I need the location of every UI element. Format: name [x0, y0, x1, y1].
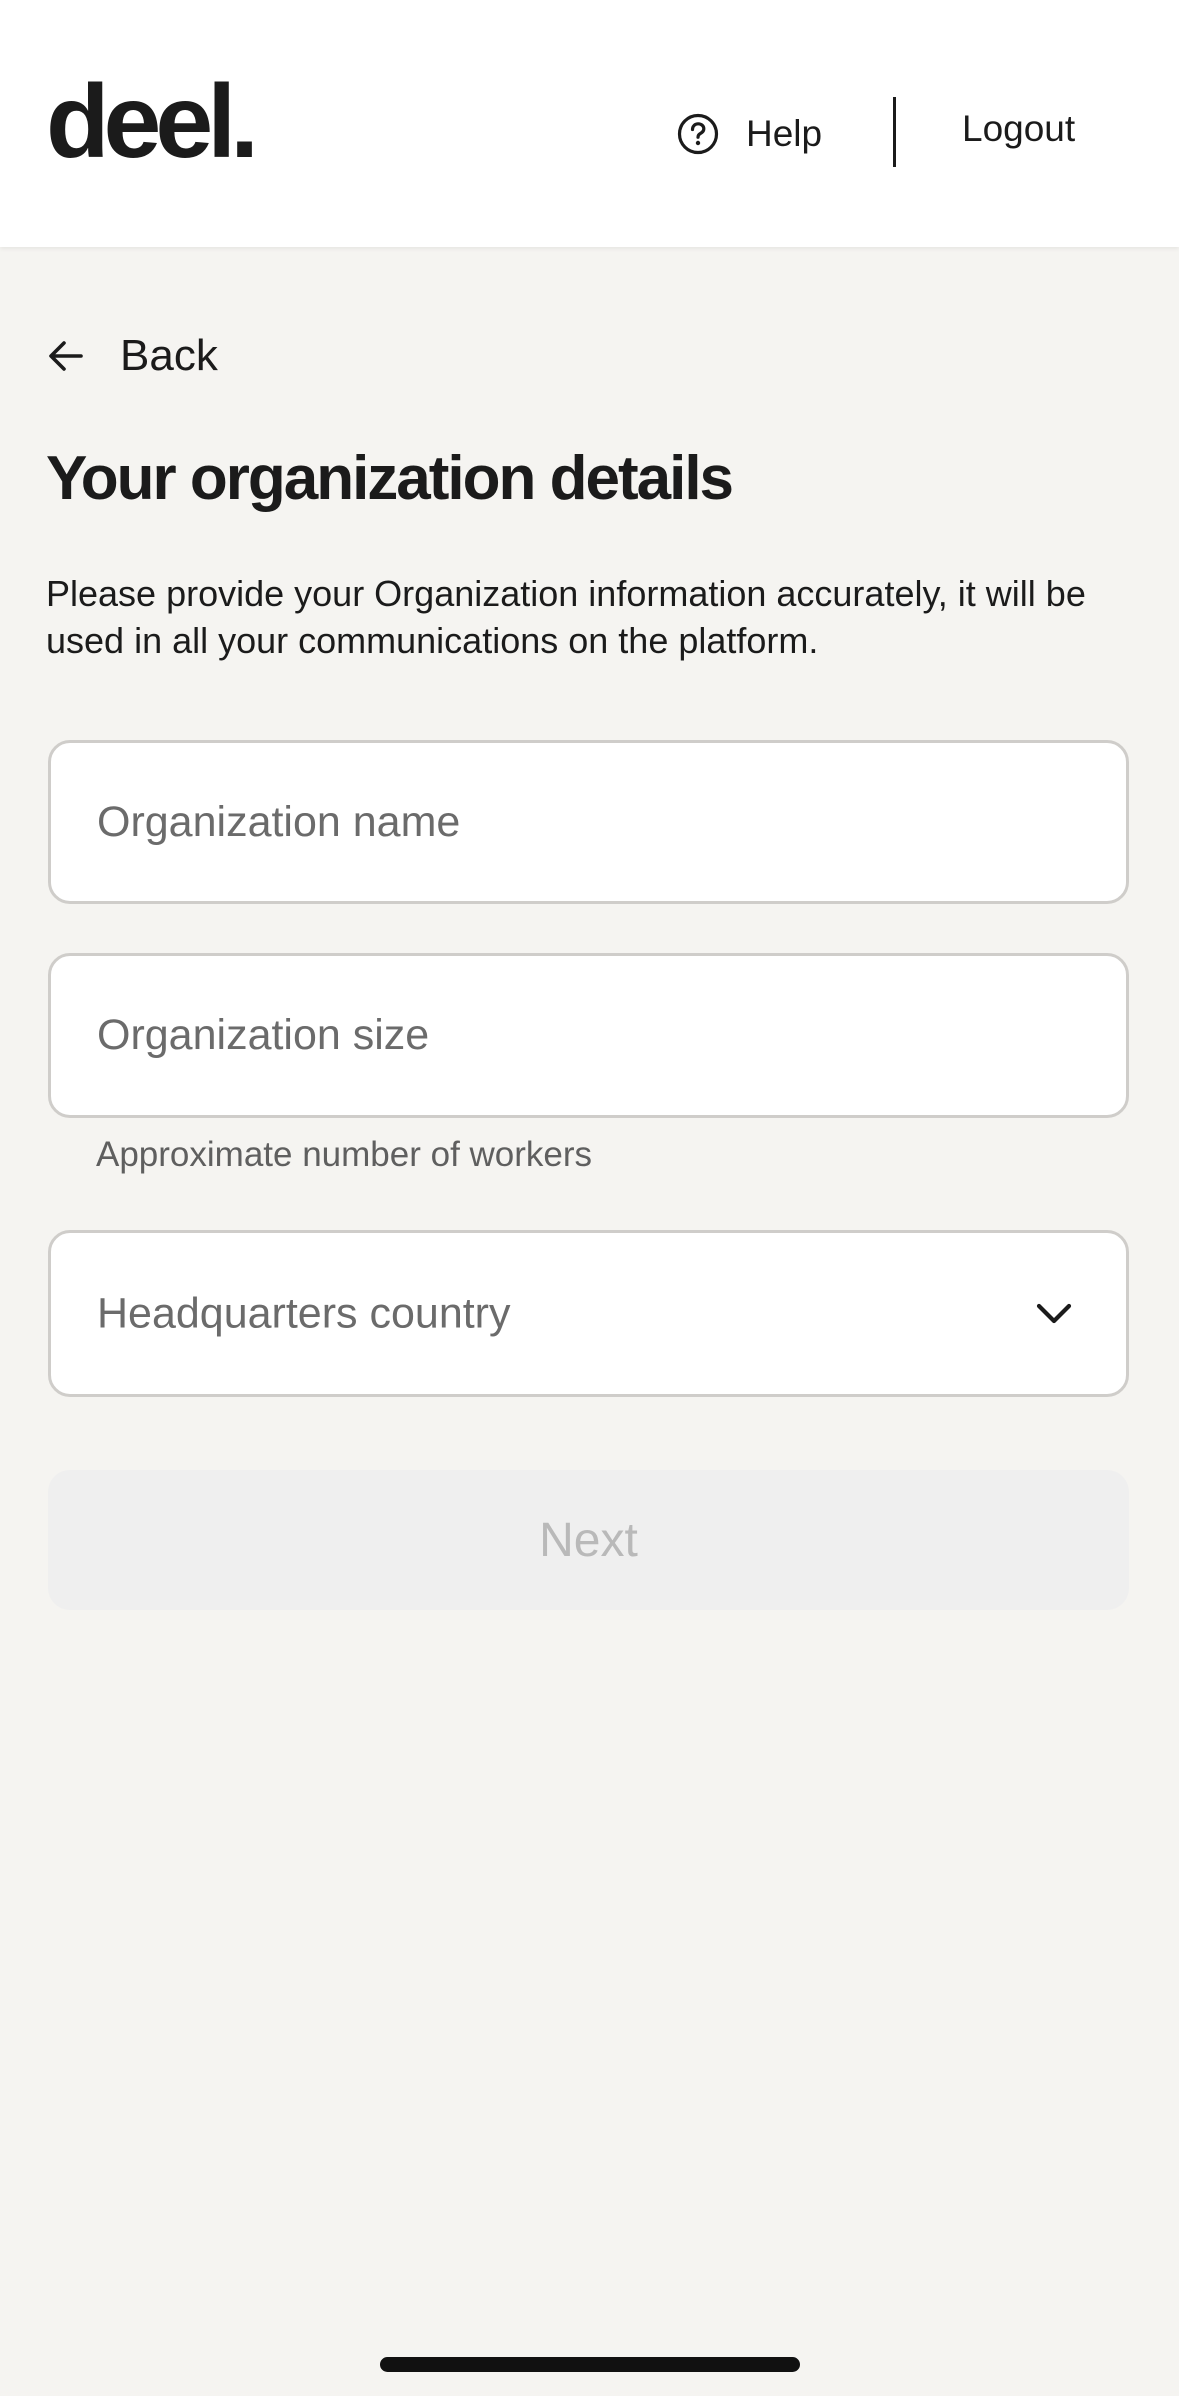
- headquarters-country-label: Headquarters country: [97, 1289, 511, 1337]
- help-label: Help: [746, 113, 823, 154]
- next-button[interactable]: Next: [48, 1470, 1129, 1610]
- logout-button[interactable]: Logout: [962, 108, 1075, 150]
- header-divider: [893, 97, 896, 167]
- chevron-down-icon: [1036, 1303, 1072, 1323]
- help-button[interactable]: Help: [676, 102, 822, 166]
- question-circle-icon: [677, 113, 719, 155]
- headquarters-country-select[interactable]: Headquarters country: [48, 1230, 1129, 1397]
- organization-size-field: [48, 953, 1129, 1118]
- arrow-left-icon: [49, 341, 83, 371]
- back-button[interactable]: Back: [46, 326, 218, 386]
- back-label: Back: [120, 331, 218, 380]
- page-title: Your organization details: [46, 444, 734, 513]
- page-description: Please provide your Organization informa…: [46, 573, 1086, 661]
- organization-size-hint: Approximate number of workers: [96, 1135, 593, 1174]
- deel-logo[interactable]: deel.: [46, 70, 259, 174]
- organization-name-input[interactable]: [51, 743, 1126, 901]
- organization-size-input[interactable]: [51, 956, 1126, 1115]
- home-indicator: [380, 2357, 800, 2372]
- app-header: deel. Help Logout: [0, 0, 1179, 247]
- organization-name-field: [48, 740, 1129, 904]
